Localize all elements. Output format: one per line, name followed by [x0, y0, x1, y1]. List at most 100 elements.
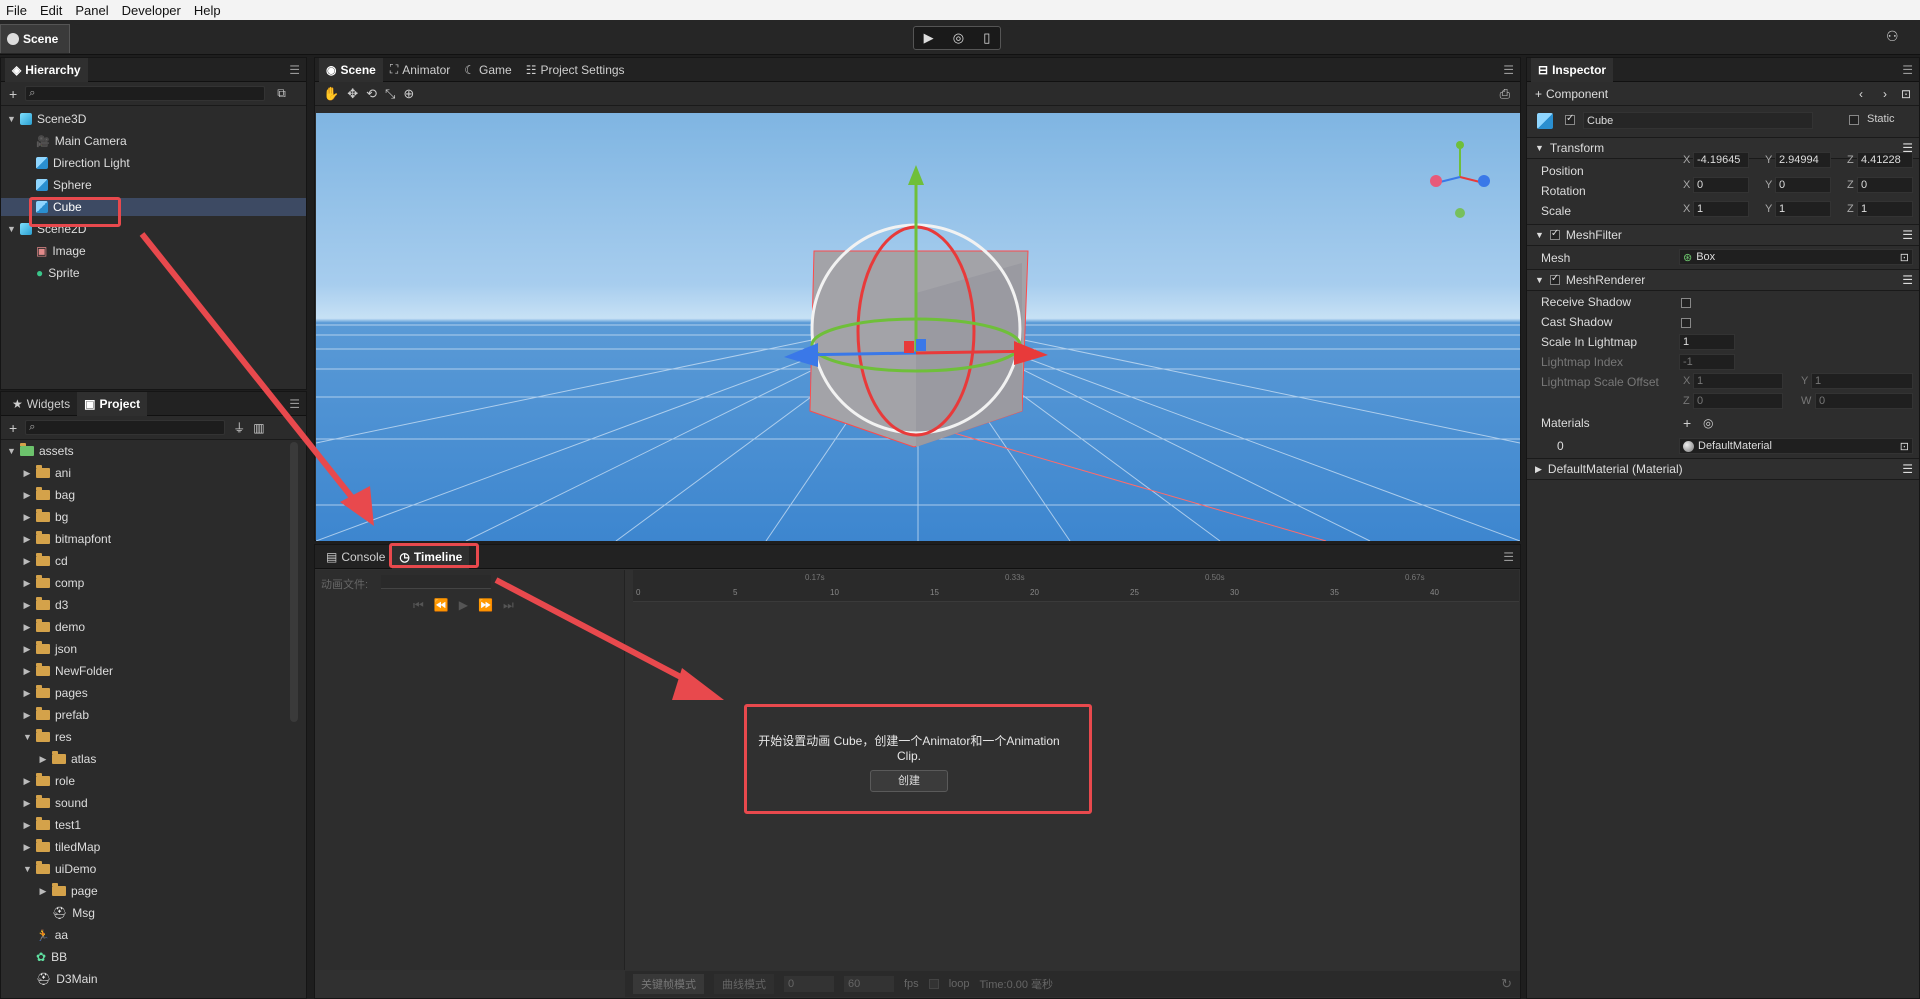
- collapsed-arrow-icon[interactable]: ▶: [23, 644, 31, 655]
- hand-tool-icon[interactable]: ✋: [323, 86, 339, 102]
- first-frame-icon[interactable]: ⏮: [413, 598, 424, 613]
- expanded-arrow-icon[interactable]: ▼: [23, 732, 32, 742]
- expanded-arrow-icon[interactable]: ▼: [7, 446, 16, 456]
- collapsed-arrow-icon[interactable]: ▶: [23, 842, 31, 853]
- fps-field[interactable]: 60: [844, 976, 894, 992]
- menu-developer[interactable]: Developer: [122, 3, 181, 18]
- tree-item[interactable]: ▶ ani: [1, 464, 306, 482]
- globe-icon[interactable]: ◎: [953, 30, 964, 46]
- collapsed-arrow-icon[interactable]: ▶: [23, 776, 31, 787]
- pick-icon[interactable]: ⊡: [1900, 251, 1909, 264]
- tab-animator[interactable]: ⛶ Animator: [383, 58, 457, 82]
- filter-icon[interactable]: ⏚: [233, 419, 245, 436]
- tree-item[interactable]: ▶ page: [1, 882, 306, 900]
- mobile-icon[interactable]: ▯: [983, 30, 990, 46]
- tree-item[interactable]: ▼ assets: [1, 442, 306, 460]
- scale-z-field[interactable]: 1: [1857, 201, 1913, 217]
- rotate-tool-icon[interactable]: ⟲: [366, 86, 377, 102]
- tree-item[interactable]: 🏃 aa: [1, 926, 306, 944]
- axis-gizmo[interactable]: [1430, 141, 1490, 218]
- lightmap-index-field[interactable]: -1: [1679, 354, 1735, 370]
- curve-mode-button[interactable]: 曲线模式: [714, 974, 774, 994]
- active-checkbox[interactable]: [1565, 113, 1575, 125]
- play-icon[interactable]: ▶: [924, 30, 934, 46]
- meshfilter-menu-icon[interactable]: ☰: [1902, 228, 1913, 242]
- project-scrollbar[interactable]: [290, 442, 298, 722]
- material-menu-icon[interactable]: ☰: [1902, 462, 1913, 476]
- loop-checkbox[interactable]: [928, 979, 939, 989]
- refresh-icon[interactable]: ↻: [1501, 976, 1512, 992]
- meshfilter-section-header[interactable]: ▼ MeshFilter ☰: [1527, 224, 1919, 246]
- collapsed-arrow-icon[interactable]: ▶: [39, 754, 47, 765]
- collapsed-arrow-icon[interactable]: ▶: [23, 600, 31, 611]
- add-component-button[interactable]: + Component: [1535, 87, 1608, 101]
- lso-z-field[interactable]: 0: [1693, 393, 1783, 409]
- meshfilter-checkbox[interactable]: [1549, 228, 1560, 240]
- pick-icon[interactable]: ⊡: [1900, 440, 1909, 453]
- tree-item[interactable]: ▶ prefab: [1, 706, 306, 724]
- expanded-arrow-icon[interactable]: ▼: [7, 224, 16, 234]
- collapsed-arrow-icon[interactable]: ▶: [23, 820, 31, 831]
- menu-edit[interactable]: Edit: [40, 3, 62, 18]
- transform-tool-icon[interactable]: ⊕: [403, 86, 414, 102]
- play-timeline-icon[interactable]: ▶: [459, 598, 468, 613]
- tree-item[interactable]: ▶ bag: [1, 486, 306, 504]
- tree-item[interactable]: ▼ uiDemo: [1, 860, 306, 878]
- expanded-arrow-icon[interactable]: ▼: [7, 114, 16, 124]
- tree-item[interactable]: ▶ role: [1, 772, 306, 790]
- add-material-icon[interactable]: +: [1683, 415, 1691, 431]
- tree-item[interactable]: ⛑ Msg: [1, 904, 306, 922]
- tree-item[interactable]: ▼ Scene3D: [1, 110, 306, 128]
- tree-item[interactable]: ▶ pages: [1, 684, 306, 702]
- tab-project-settings[interactable]: ☷ Project Settings: [519, 58, 632, 82]
- animation-file-select[interactable]: [381, 575, 491, 589]
- tab-console[interactable]: ▤ Console: [319, 545, 392, 569]
- scene-viewport[interactable]: [316, 113, 1520, 541]
- tree-item[interactable]: ▶ bg: [1, 508, 306, 526]
- tree-item[interactable]: 🎥 Main Camera: [1, 132, 306, 150]
- tree-item[interactable]: ● Sprite: [1, 264, 306, 282]
- collapsed-arrow-icon[interactable]: ▶: [23, 578, 31, 589]
- tree-item[interactable]: ▣ Image: [1, 242, 306, 260]
- timeline-ruler[interactable]: 0.17s 0.33s 0.50s 0.67s 0 5 10 15 20 25 …: [633, 570, 1519, 602]
- mesh-field[interactable]: ⊛ Box ⊡: [1679, 249, 1913, 265]
- bottom-menu-icon[interactable]: ☰: [1503, 550, 1514, 564]
- scale-y-field[interactable]: 1: [1775, 201, 1831, 217]
- tab-widgets[interactable]: ★ Widgets: [5, 392, 77, 416]
- tree-item[interactable]: ▶ cd: [1, 552, 306, 570]
- tree-item[interactable]: ▶ json: [1, 640, 306, 658]
- scale-tool-icon[interactable]: ⤡: [385, 86, 395, 102]
- hierarchy-search-input[interactable]: ⌕: [25, 86, 266, 101]
- material-field[interactable]: DefaultMaterial ⊡: [1679, 438, 1913, 454]
- project-menu-icon[interactable]: ☰: [289, 397, 300, 411]
- object-name-field[interactable]: Cube: [1583, 112, 1813, 129]
- tree-item[interactable]: ▶ test1: [1, 816, 306, 834]
- tree-item[interactable]: ▶ sound: [1, 794, 306, 812]
- tab-hierarchy[interactable]: ◈ Hierarchy: [5, 57, 88, 82]
- tab-game[interactable]: ☾ Game: [457, 58, 518, 82]
- tree-item[interactable]: ⛑ D3Main: [1, 970, 306, 988]
- columns-icon[interactable]: ▥: [253, 421, 264, 435]
- tree-item[interactable]: ▼ res: [1, 728, 306, 746]
- material-section-header[interactable]: ▶ DefaultMaterial (Material) ☰: [1527, 458, 1919, 480]
- forward-icon[interactable]: ›: [1883, 87, 1887, 101]
- keyframe-mode-button[interactable]: 关键帧模式: [633, 974, 704, 994]
- prev-frame-icon[interactable]: ⏪: [434, 598, 449, 613]
- center-menu-icon[interactable]: ☰: [1503, 63, 1514, 77]
- camera-settings-icon[interactable]: ⎙: [1500, 86, 1510, 102]
- material-settings-icon[interactable]: ◎: [1703, 416, 1713, 430]
- back-icon[interactable]: ‹: [1859, 87, 1863, 101]
- collapsed-arrow-icon[interactable]: ▶: [23, 556, 31, 567]
- tab-scene[interactable]: ◉ Scene: [319, 57, 383, 82]
- scale-in-lightmap-field[interactable]: 1: [1679, 334, 1735, 350]
- collapsed-arrow-icon[interactable]: ▶: [23, 490, 31, 501]
- tab-project[interactable]: ▣ Project: [77, 391, 148, 416]
- cast-shadow-checkbox[interactable]: [1681, 318, 1691, 328]
- rotation-x-field[interactable]: 0: [1693, 177, 1749, 193]
- next-frame-icon[interactable]: ⏩: [478, 598, 493, 613]
- collapsed-arrow-icon[interactable]: ▶: [23, 512, 31, 523]
- lso-x-field[interactable]: 1: [1693, 373, 1783, 389]
- add-icon[interactable]: +: [9, 420, 17, 436]
- collapsed-arrow-icon[interactable]: ▶: [23, 666, 31, 677]
- lso-w-field[interactable]: 0: [1815, 393, 1913, 409]
